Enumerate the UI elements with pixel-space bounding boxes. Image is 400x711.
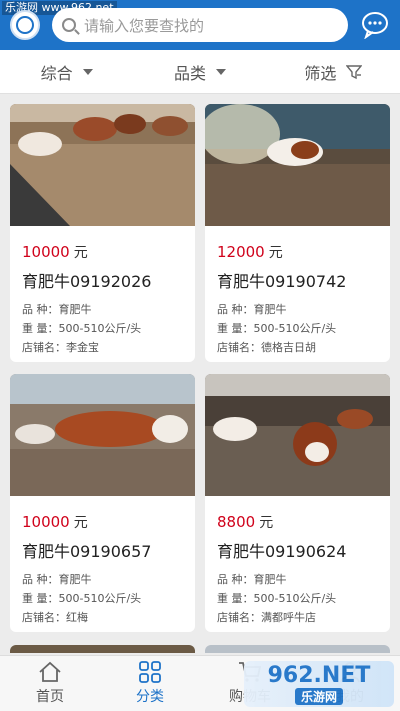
- watermark-main: 962.NET: [267, 663, 371, 688]
- price-unit: 元: [268, 245, 283, 261]
- weight-label: 重 量：: [22, 322, 59, 335]
- store-value: 李金宝: [66, 341, 99, 354]
- breed-label: 品 种：: [22, 303, 59, 316]
- store-label: 店铺名：: [217, 611, 261, 624]
- product-card[interactable]: 12000 元 育肥牛09190742 品 种：育肥牛 重 量：500-510公斤…: [205, 104, 390, 362]
- product-price: 8800 元: [217, 512, 390, 532]
- product-image: [10, 104, 195, 226]
- product-price: 10000 元: [22, 242, 195, 262]
- logo-icon[interactable]: [10, 10, 40, 40]
- watermark-sub: 乐游网: [294, 688, 343, 705]
- store-value: 德格吉日胡: [261, 341, 316, 354]
- price-value: 10000: [22, 513, 70, 531]
- product-title: 育肥牛09190624: [217, 542, 347, 561]
- breed-value: 育肥牛: [253, 573, 287, 586]
- weight-value: 500-510公斤/头: [253, 322, 337, 335]
- breed-label: 品 种：: [217, 303, 254, 316]
- product-card[interactable]: 10000 元 育肥牛09190657 品 种：育肥牛 重 量：500-510公斤…: [10, 374, 195, 632]
- product-title: 育肥牛09192026: [22, 272, 152, 291]
- filter-sort[interactable]: 综合: [0, 50, 133, 93]
- product-price: 10000 元: [22, 512, 195, 532]
- breed-value: 育肥牛: [58, 303, 92, 316]
- store-label: 店铺名：: [22, 341, 66, 354]
- product-image: [205, 104, 390, 226]
- top-header: 乐游网 www.962.net 请输入您要查找的: [0, 0, 400, 50]
- price-unit: 元: [73, 245, 88, 261]
- caret-down-icon: [216, 68, 226, 75]
- watermark-bottom: 962.NET 乐游网: [244, 661, 394, 707]
- breed-label: 品 种：: [22, 573, 59, 586]
- product-card[interactable]: 10000 元 育肥牛09192026 品 种：育肥牛 重 量：500-510公斤…: [10, 104, 195, 362]
- price-value: 8800: [217, 513, 256, 531]
- store-label: 店铺名：: [22, 611, 66, 624]
- search-input[interactable]: 请输入您要查找的: [52, 8, 348, 42]
- price-unit: 元: [73, 515, 88, 531]
- product-meta: 品 种：育肥牛 重 量：500-510公斤/头 店铺名：红梅: [22, 570, 195, 627]
- nav-home-label: 首页: [36, 689, 64, 705]
- price-value: 12000: [217, 243, 265, 261]
- breed-value: 育肥牛: [58, 573, 92, 586]
- product-card[interactable]: 8800 元 育肥牛09190624 品 种：育肥牛 重 量：500-510公斤/…: [205, 374, 390, 632]
- weight-value: 500-510公斤/头: [253, 592, 337, 605]
- product-card-peek: [205, 645, 390, 653]
- product-card-peek: [10, 645, 195, 653]
- breed-value: 育肥牛: [253, 303, 287, 316]
- product-title: 育肥牛09190657: [22, 542, 152, 561]
- nav-category[interactable]: 分类: [100, 656, 200, 711]
- weight-label: 重 量：: [217, 592, 254, 605]
- home-icon: [39, 661, 61, 682]
- weight-label: 重 量：: [217, 322, 254, 335]
- nav-category-label: 分类: [136, 689, 164, 705]
- product-meta: 品 种：育肥牛 重 量：500-510公斤/头 店铺名：满都呼牛店: [217, 570, 390, 627]
- filter-screen[interactable]: 筛选: [267, 50, 400, 93]
- store-value: 红梅: [66, 611, 88, 624]
- filter-bar: 综合 品类 筛选: [0, 50, 400, 94]
- weight-label: 重 量：: [22, 592, 59, 605]
- price-value: 10000: [22, 243, 70, 261]
- product-meta: 品 种：育肥牛 重 量：500-510公斤/头 店铺名：德格吉日胡: [217, 300, 390, 357]
- store-label: 店铺名：: [217, 341, 261, 354]
- message-icon[interactable]: [360, 9, 390, 39]
- breed-label: 品 种：: [217, 573, 254, 586]
- search-icon: [62, 18, 76, 32]
- product-meta: 品 种：育肥牛 重 量：500-510公斤/头 店铺名：李金宝: [22, 300, 195, 357]
- search-placeholder: 请输入您要查找的: [84, 16, 205, 35]
- funnel-icon: [346, 64, 363, 79]
- product-image: [10, 374, 195, 496]
- store-value: 满都呼牛店: [261, 611, 316, 624]
- weight-value: 500-510公斤/头: [58, 322, 142, 335]
- product-image: [205, 374, 390, 496]
- product-price: 12000 元: [217, 242, 390, 262]
- caret-down-icon: [82, 68, 93, 75]
- filter-sort-label: 综合: [40, 63, 73, 83]
- filter-category[interactable]: 品类: [133, 50, 266, 93]
- product-title: 育肥牛09190742: [217, 272, 347, 291]
- filter-screen-label: 筛选: [304, 63, 337, 83]
- filter-category-label: 品类: [173, 63, 206, 83]
- weight-value: 500-510公斤/头: [58, 592, 142, 605]
- category-icon: [139, 661, 161, 683]
- nav-home[interactable]: 首页: [0, 656, 100, 711]
- price-unit: 元: [259, 515, 274, 531]
